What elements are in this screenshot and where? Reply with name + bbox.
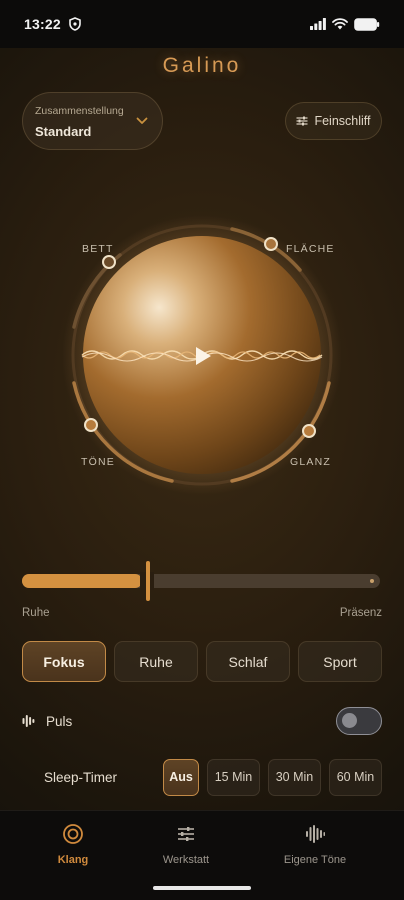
puls-toggle[interactable] (336, 707, 382, 735)
slider-track (22, 561, 380, 601)
nav-eigene-toene[interactable]: Eigene Töne (255, 823, 375, 866)
nav-klang[interactable]: Klang (13, 823, 133, 866)
nav-werkstatt[interactable]: Werkstatt (126, 823, 246, 866)
timer-aus-button[interactable]: Aus (163, 758, 199, 796)
orb-label-bett: BETT (82, 243, 114, 255)
puls-row: Puls (22, 706, 382, 736)
battery-icon (354, 17, 380, 31)
mode-fokus-button[interactable]: Fokus (22, 641, 106, 682)
sleep-timer-label: Sleep-Timer (44, 769, 118, 785)
status-bar: 13:22 (0, 0, 404, 48)
handle-glanz[interactable] (302, 424, 316, 438)
chevron-down-icon (136, 117, 148, 124)
puls-label: Puls (46, 713, 73, 729)
play-icon[interactable] (190, 344, 214, 368)
timer-30-button[interactable]: 30 Min (268, 758, 321, 796)
slider-right-label: Präsenz (339, 607, 382, 619)
handle-bett[interactable] (102, 255, 116, 269)
ruhe-praesenz-slider[interactable] (22, 560, 382, 602)
pulse-icon (22, 715, 35, 727)
signal-icon (310, 18, 326, 30)
app-title: Galino (162, 54, 242, 77)
timer-60-button[interactable]: 60 Min (329, 758, 382, 796)
sleep-timer-row: Sleep-Timer Aus 15 Min 30 Min 60 Min (22, 758, 382, 796)
mode-ruhe-button[interactable]: Ruhe (114, 641, 198, 682)
handle-tone[interactable] (84, 418, 98, 432)
status-icons (310, 17, 380, 31)
status-time: 13:22 (24, 16, 61, 32)
sliders-icon (178, 827, 194, 841)
moon-icon (23, 772, 31, 782)
wifi-icon (332, 18, 348, 30)
slider-end-dot (370, 579, 374, 583)
home-indicator (153, 886, 251, 890)
handle-flache[interactable] (264, 237, 278, 251)
slider-thumb[interactable] (146, 561, 150, 601)
fine-tune-button[interactable]: Feinschliff (285, 102, 382, 140)
sleep-timer-options: Aus 15 Min 30 Min 60 Min (163, 758, 382, 796)
sliders-icon (296, 116, 308, 126)
slider-fill (22, 574, 142, 588)
fine-tune-label: Feinschliff (314, 114, 371, 128)
preset-value: Standard (35, 124, 92, 139)
target-icon (63, 824, 83, 844)
orb-label-tone: TÖNE (81, 456, 115, 468)
mode-selector: Fokus Ruhe Schlaf Sport (22, 641, 382, 683)
timer-15-button[interactable]: 15 Min (207, 758, 260, 796)
preset-label: Zusammenstellung (35, 105, 124, 117)
mode-sport-button[interactable]: Sport (298, 641, 382, 682)
orb-label-flache: FLÄCHE (286, 243, 335, 255)
shield-icon (69, 17, 81, 31)
orb-label-glanz: GLANZ (290, 456, 332, 468)
slider-left-label: Ruhe (22, 607, 50, 619)
preset-dropdown[interactable]: Zusammenstellung Standard (22, 92, 163, 150)
toggle-knob (342, 713, 357, 728)
waveform-icon (306, 825, 325, 843)
mode-schlaf-button[interactable]: Schlaf (206, 641, 290, 682)
